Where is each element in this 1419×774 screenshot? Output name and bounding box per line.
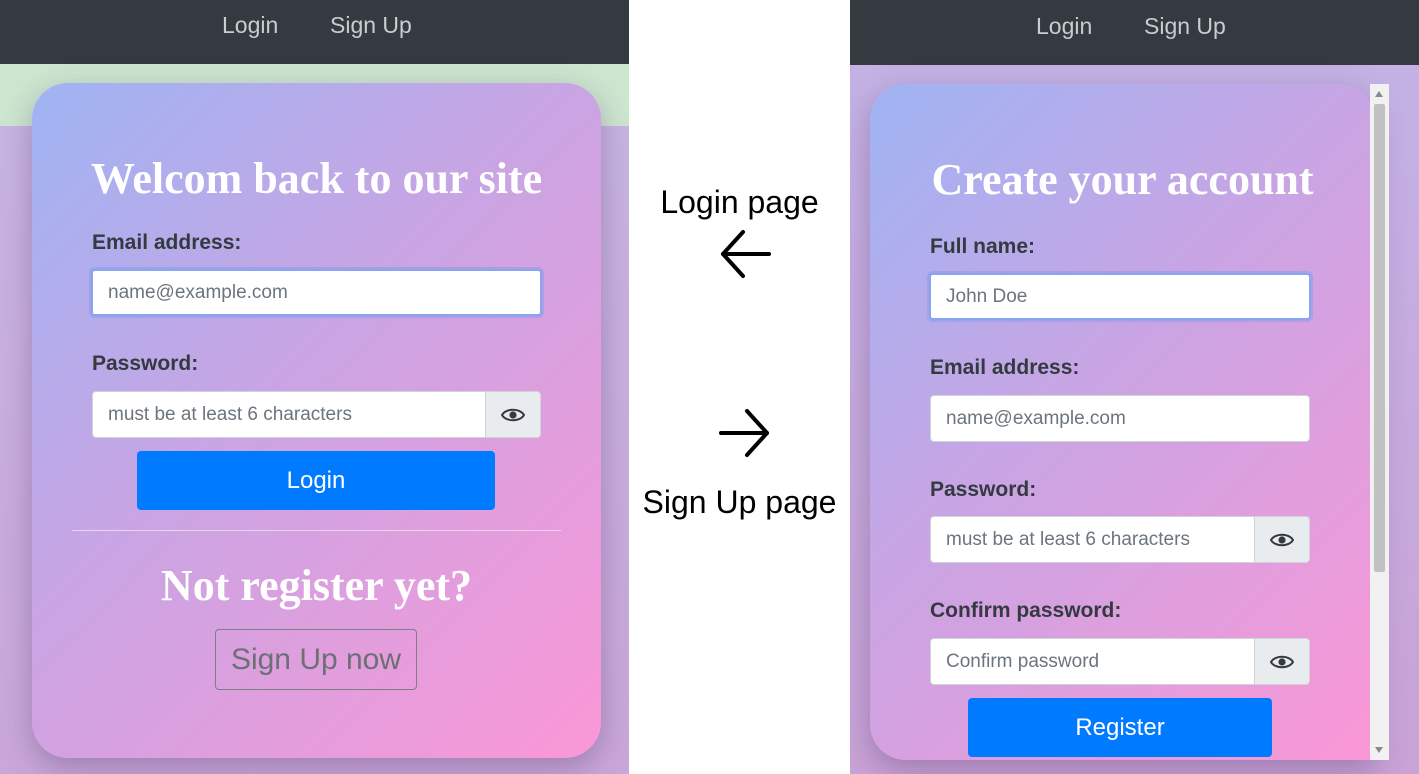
login-heading: Welcom back to our site	[90, 154, 543, 203]
scroll-down-icon[interactable]	[1375, 747, 1383, 753]
login-screen: Login Sign Up Welcom back to our site Em…	[0, 0, 629, 774]
login-button[interactable]: Login	[137, 451, 495, 510]
divider	[72, 530, 561, 531]
email-label: Email address:	[930, 356, 1080, 379]
confirm-password-toggle-button[interactable]	[1254, 638, 1310, 685]
register-button[interactable]: Register	[968, 698, 1272, 757]
eye-icon	[1270, 533, 1294, 546]
password-input[interactable]	[92, 391, 486, 438]
arrow-left-icon	[721, 230, 771, 278]
password-input[interactable]	[930, 516, 1255, 563]
email-label: Email address:	[92, 231, 242, 254]
signup-now-button[interactable]: Sign Up now	[215, 629, 417, 690]
register-prompt: Not register yet?	[160, 561, 473, 610]
email-input[interactable]	[91, 269, 542, 316]
confirm-password-input[interactable]	[930, 638, 1255, 685]
signup-card: Create your account Full name: Email add…	[870, 84, 1375, 760]
nav-signup-link[interactable]: Sign Up	[330, 12, 412, 39]
login-page-caption: Login page	[660, 184, 819, 220]
fullname-label: Full name:	[930, 235, 1036, 258]
signup-screen: Login Sign Up Create your account Full n…	[850, 0, 1419, 774]
arrow-right-icon	[719, 409, 769, 457]
password-label: Password:	[92, 352, 199, 375]
eye-icon	[1270, 655, 1294, 668]
password-label: Password:	[930, 478, 1037, 501]
signup-heading: Create your account	[931, 155, 1314, 204]
navbar: Login Sign Up	[0, 0, 629, 64]
scroll-thumb[interactable]	[1374, 104, 1385, 572]
nav-signup-link[interactable]: Sign Up	[1144, 13, 1226, 40]
password-toggle-button[interactable]	[1254, 516, 1310, 563]
confirm-password-label: Confirm password:	[930, 599, 1122, 622]
nav-login-link[interactable]: Login	[222, 12, 278, 39]
login-card: Welcom back to our site Email address: P…	[32, 83, 601, 758]
nav-login-link[interactable]: Login	[1036, 13, 1092, 40]
navbar: Login Sign Up	[850, 0, 1419, 65]
eye-icon	[501, 408, 525, 421]
scroll-up-icon[interactable]	[1375, 91, 1383, 97]
password-toggle-button[interactable]	[485, 391, 541, 438]
signup-page-caption: Sign Up page	[642, 484, 837, 520]
scrollbar[interactable]	[1370, 84, 1389, 760]
fullname-input[interactable]	[929, 273, 1311, 320]
email-input[interactable]	[930, 395, 1310, 442]
